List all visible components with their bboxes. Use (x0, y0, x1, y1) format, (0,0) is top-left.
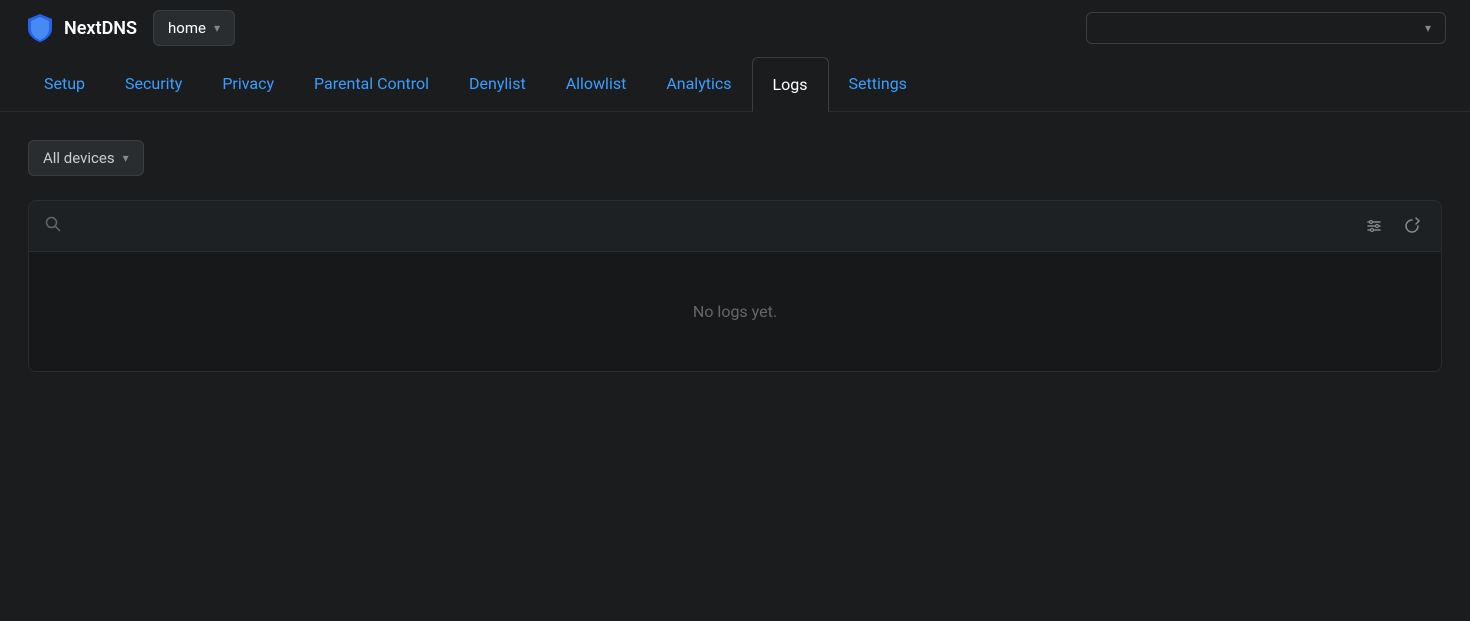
nav-item-privacy[interactable]: Privacy (202, 56, 294, 111)
account-chevron-icon: ▾ (1425, 21, 1431, 35)
logs-search-bar (29, 201, 1441, 252)
profile-label: home (168, 19, 206, 37)
profile-chevron-icon: ▾ (214, 21, 220, 35)
devices-label: All devices (43, 149, 115, 167)
logs-empty-message: No logs yet. (29, 252, 1441, 371)
filter-button[interactable] (1361, 213, 1387, 239)
main-content: All devices ▾ (0, 112, 1470, 400)
devices-chevron-icon: ▾ (123, 151, 129, 165)
main-nav: Setup Security Privacy Parental Control … (0, 56, 1470, 112)
search-icon (45, 216, 61, 236)
logo-text: NextDNS (64, 18, 137, 39)
nav-item-denylist[interactable]: Denylist (449, 56, 546, 111)
logo-area: NextDNS (24, 12, 137, 44)
logo-shield-icon (24, 12, 56, 44)
search-input[interactable] (73, 214, 1349, 239)
nav-item-settings[interactable]: Settings (829, 56, 927, 111)
devices-dropdown[interactable]: All devices ▾ (28, 140, 144, 176)
refresh-button[interactable] (1399, 213, 1425, 239)
logs-container: No logs yet. (28, 200, 1442, 372)
nav-item-security[interactable]: Security (105, 56, 202, 111)
nav-item-logs[interactable]: Logs (752, 57, 829, 112)
nav-item-setup[interactable]: Setup (24, 56, 105, 111)
nav-item-parental-control[interactable]: Parental Control (294, 56, 449, 111)
nav-item-analytics[interactable]: Analytics (646, 56, 751, 111)
header: NextDNS home ▾ ▾ (0, 0, 1470, 56)
nav-item-allowlist[interactable]: Allowlist (546, 56, 647, 111)
account-dropdown[interactable]: ▾ (1086, 12, 1446, 44)
profile-dropdown[interactable]: home ▾ (153, 10, 235, 46)
